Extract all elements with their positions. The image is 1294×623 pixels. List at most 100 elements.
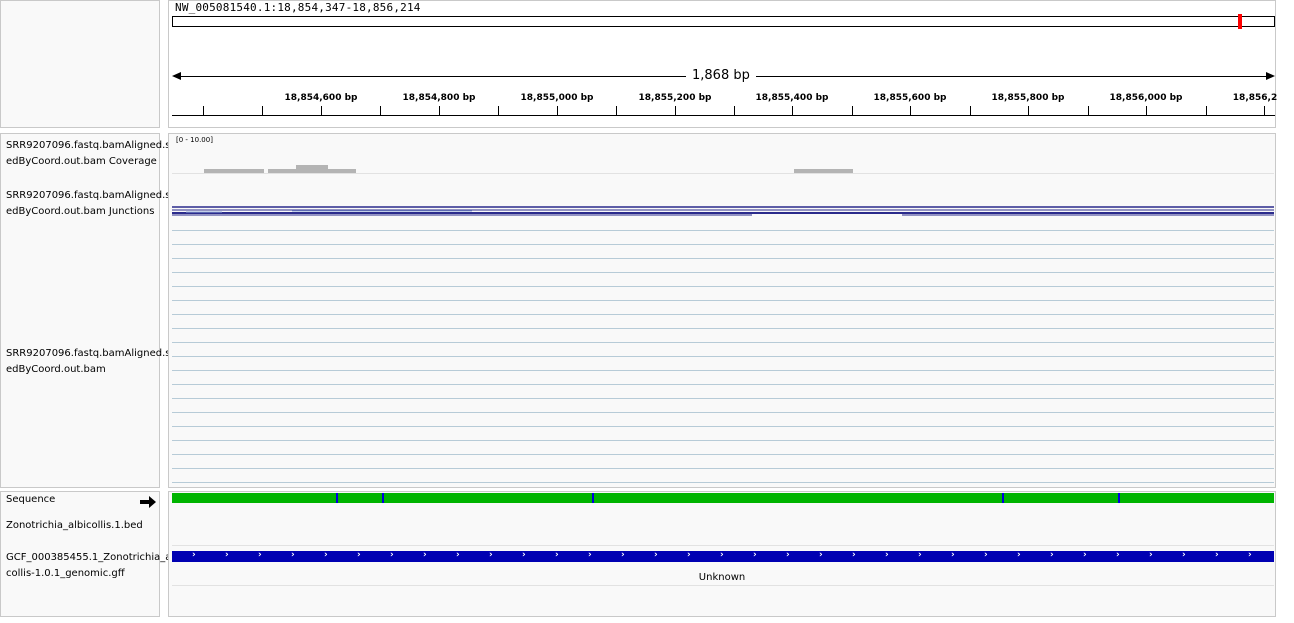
strand-chevron-icon: › <box>225 550 229 560</box>
ruler-tick <box>675 106 676 115</box>
strand-chevron-icon: › <box>1182 550 1186 560</box>
strand-chevron-icon: › <box>885 550 889 560</box>
name-panel-header <box>0 0 160 128</box>
bed-track-name[interactable]: Zonotrichia_albicollis.1.bed <box>6 518 143 534</box>
strand-chevron-icon: › <box>786 550 790 560</box>
ruler-tick-label: 18,854,600 bp <box>284 93 358 103</box>
alignment-row-line <box>172 384 1274 385</box>
name-panel-features: Sequence Zonotrichia_albicollis.1.bed GC… <box>0 491 178 617</box>
ruler-tick <box>1264 106 1265 115</box>
ruler-tick <box>321 106 322 115</box>
ruler-tick <box>439 106 440 115</box>
strand-chevron-icon: › <box>1149 550 1153 560</box>
strand-chevron-icon: › <box>1215 550 1219 560</box>
strand-chevron-icon: › <box>1050 550 1054 560</box>
alignment-row-line <box>172 244 1274 245</box>
strand-chevron-icon: › <box>390 550 394 560</box>
coverage-track-name[interactable]: SRR9207096.fastq.bamAligned.so edByCoord… <box>6 138 177 170</box>
span-length-label: 1,868 bp <box>686 68 756 83</box>
ruler-tick-label: 18,856,2 <box>1232 93 1278 103</box>
ruler-tick-label: 18,855,400 bp <box>755 93 829 103</box>
junctions-track-name[interactable]: SRR9207096.fastq.bamAligned.so edByCoord… <box>6 188 177 220</box>
strand-chevron-icon: › <box>555 550 559 560</box>
ruler-tick-label: 18,855,000 bp <box>520 93 594 103</box>
strand-chevron-icon: › <box>951 550 955 560</box>
alignment-row-line <box>172 398 1274 399</box>
alignment-row-line <box>172 412 1274 413</box>
ideogram-current-region-marker <box>1237 14 1242 29</box>
alignment-row-line <box>172 482 1274 483</box>
gff-track-name[interactable]: GCF_000385455.1_Zonotrichia_ab collis-1.… <box>6 550 178 582</box>
span-left-arrow-icon <box>172 72 181 80</box>
strand-chevron-icon: › <box>1083 550 1087 560</box>
name-panel-data: SRR9207096.fastq.bamAligned.so edByCoord… <box>0 133 177 488</box>
ruler-tick <box>910 106 911 115</box>
strand-chevron-icon: › <box>1017 550 1021 560</box>
ruler-tick <box>1028 106 1029 115</box>
alignment-row-line <box>172 258 1274 259</box>
ruler-tick-label: 18,855,200 bp <box>638 93 712 103</box>
strand-chevron-icon: › <box>687 550 691 560</box>
arrow-right-icon[interactable] <box>140 493 156 508</box>
strand-chevron-icon: › <box>489 550 493 560</box>
strand-chevron-icon: › <box>357 550 361 560</box>
ruler-tick-label: 18,855,600 bp <box>873 93 947 103</box>
locus-label: NW_005081540.1:18,854,347-18,856,214 <box>175 1 421 14</box>
strand-chevron-icon: › <box>753 550 757 560</box>
alignment-row-line <box>172 426 1274 427</box>
alignment-row-line <box>172 370 1274 371</box>
ruler-tick <box>616 106 617 115</box>
junctions-track[interactable] <box>172 203 1274 219</box>
strand-chevron-icon: › <box>1248 550 1252 560</box>
alignment-row-line <box>172 272 1274 273</box>
ruler-tick <box>970 106 971 115</box>
span-right-arrow-icon <box>1266 72 1275 80</box>
ruler-tick <box>498 106 499 115</box>
sequence-track-name[interactable]: Sequence <box>6 492 55 508</box>
alignment-row-line <box>172 230 1274 231</box>
alignment-row-line <box>172 300 1274 301</box>
coverage-bar[interactable] <box>204 169 264 173</box>
sequence-track[interactable] <box>172 493 1274 503</box>
alignment-row-line <box>172 328 1274 329</box>
strand-chevron-icon: › <box>1116 550 1120 560</box>
alignment-row-line <box>172 314 1274 315</box>
gene-feature[interactable]: › › › › › › › › › › › › › › › › › › › › › › › › › › › › › › › › › <box>172 550 1274 562</box>
coverage-bar[interactable] <box>794 169 853 173</box>
ruler-tick <box>203 106 204 115</box>
sequence-base <box>1272 493 1274 503</box>
bed-track-separator <box>172 545 1274 546</box>
ruler-tick <box>262 106 263 115</box>
ruler-tick <box>557 106 558 115</box>
strand-chevron-icon: › <box>522 550 526 560</box>
coverage-bar[interactable] <box>296 165 328 173</box>
strand-chevron-icon: › <box>984 550 988 560</box>
chromosome-ideogram[interactable] <box>172 14 1275 29</box>
ruler-tick <box>1206 106 1207 115</box>
ruler-tick <box>1146 106 1147 115</box>
ruler-tick <box>792 106 793 115</box>
strand-chevron-icon: › <box>192 550 196 560</box>
alignment-track-name[interactable]: SRR9207096.fastq.bamAligned.so edByCoord… <box>6 346 177 378</box>
strand-chevron-icon: › <box>588 550 592 560</box>
ruler-baseline <box>172 115 1275 116</box>
strand-chevron-icon: › <box>324 550 328 560</box>
strand-chevron-icon: › <box>621 550 625 560</box>
alignment-row-line <box>172 342 1274 343</box>
data-panel <box>168 133 1276 488</box>
strand-chevron-icon: › <box>258 550 262 560</box>
strand-chevron-icon: › <box>423 550 427 560</box>
strand-chevron-icon: › <box>918 550 922 560</box>
ruler-tick <box>1088 106 1089 115</box>
strand-chevron-icon: › <box>819 550 823 560</box>
ruler-tick <box>734 106 735 115</box>
ruler-tick-label: 18,855,800 bp <box>991 93 1065 103</box>
alignment-row-line <box>172 440 1274 441</box>
strand-chevron-icon: › <box>720 550 724 560</box>
alignment-row-line <box>172 356 1274 357</box>
ruler-tick-label: 18,854,800 bp <box>402 93 476 103</box>
coverage-range-label: [0 - 10.00] <box>176 136 213 144</box>
coverage-track-baseline <box>172 173 1274 174</box>
gene-feature-label: Unknown <box>698 572 746 583</box>
strand-chevron-icon: › <box>654 550 658 560</box>
